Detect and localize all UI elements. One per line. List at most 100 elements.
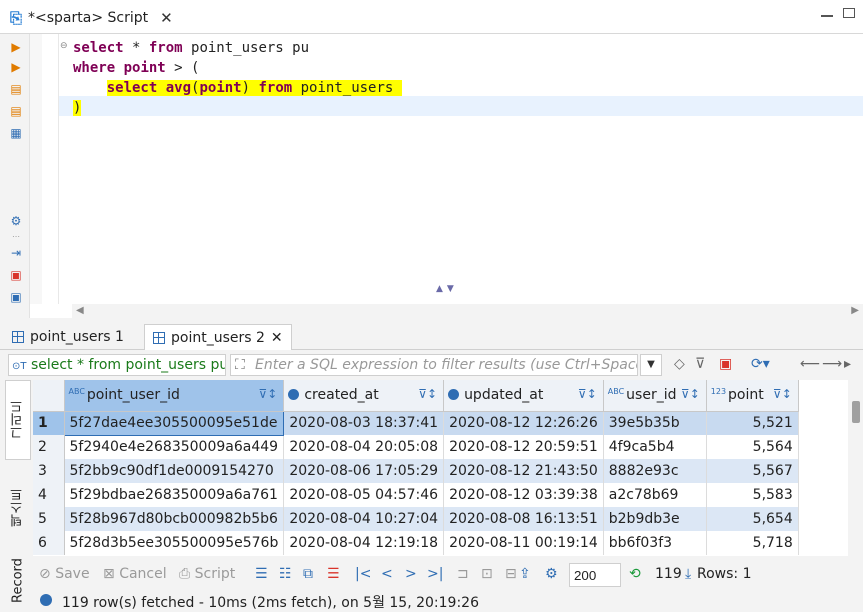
explain-plan-icon[interactable]: ▦: [9, 126, 23, 140]
row-number-header[interactable]: [33, 380, 65, 412]
table-cell[interactable]: a2c78b69: [603, 483, 707, 507]
forward-icon[interactable]: ⟶: [822, 356, 842, 372]
table-cell[interactable]: 2020-08-05 04:57:46: [283, 483, 445, 507]
tab-grid[interactable]: 그리드: [5, 380, 31, 460]
filter-history-dropdown[interactable]: ▼: [640, 354, 662, 376]
filter-query-label[interactable]: ⊙T select * from point_users pu: [8, 354, 226, 376]
grid-vertical-scrollbar[interactable]: [852, 401, 860, 423]
sort-filter-icon[interactable]: ⊽↕: [418, 387, 437, 401]
delete-row-icon[interactable]: ☰: [327, 566, 340, 582]
back-icon[interactable]: ⟵: [800, 356, 820, 372]
code-line[interactable]: ): [73, 98, 402, 118]
table-cell[interactable]: bb6f03f3: [603, 531, 707, 555]
sql-editor[interactable]: ▶ ▶ ▤ ▤ ▦ ⚙ ⋯ ⇥ ▣ ▣ ⊖ select * from poin…: [0, 34, 863, 318]
table-cell[interactable]: 8882e93c: [603, 459, 707, 483]
table-cell[interactable]: 5,718: [706, 531, 799, 555]
column-header-point[interactable]: 123 point ⊽↕: [706, 380, 799, 412]
panel-sash-icon[interactable]: ▲▼: [436, 284, 458, 294]
column-header-updated_at[interactable]: updated_at ⊽↕: [443, 380, 604, 412]
execute-script-new-tab-icon[interactable]: ▤: [9, 104, 23, 118]
tab-text[interactable]: 텍스트: [5, 472, 31, 544]
previous-page-icon[interactable]: <: [381, 566, 393, 582]
table-cell[interactable]: 2020-08-04 12:19:18: [283, 531, 445, 555]
last-page-icon[interactable]: >|: [427, 566, 443, 582]
row-number[interactable]: 2: [33, 435, 65, 459]
table-cell[interactable]: 2020-08-08 16:13:51: [443, 507, 604, 531]
table-cell[interactable]: 2020-08-11 00:19:14: [443, 531, 604, 555]
table-cell[interactable]: 5f2bb9c90df1de0009154270: [64, 459, 285, 483]
table-cell[interactable]: 2020-08-06 17:05:29: [283, 459, 445, 483]
fetch-size-input[interactable]: [569, 563, 621, 587]
table-row[interactable]: 1 5f27dae4ee305500095e51de 2020-08-03 18:3…: [33, 410, 799, 436]
layout-icon[interactable]: ⊟: [505, 566, 517, 582]
execute-new-tab-icon[interactable]: ▶: [9, 60, 23, 74]
filter-input[interactable]: ⛶ Enter a SQL expression to filter resul…: [230, 354, 638, 376]
settings-icon[interactable]: ⚙: [9, 214, 23, 228]
table-row[interactable]: 6 5f28d3b5ee305500095e576b 2020-08-04 12:1…: [33, 531, 799, 555]
save-file-icon[interactable]: ▣: [9, 290, 23, 304]
sort-filter-icon[interactable]: ⊽↕: [773, 387, 792, 401]
editor-tab[interactable]: ⎘ *<sparta> Script ✕: [4, 3, 179, 33]
row-number[interactable]: 6: [33, 531, 65, 555]
code-line[interactable]: where point > (: [73, 58, 402, 78]
sort-filter-icon[interactable]: ⊽↕: [681, 387, 700, 401]
close-result-tab-icon[interactable]: ✕: [271, 330, 283, 346]
row-number[interactable]: 1: [33, 411, 65, 435]
scroll-right-icon[interactable]: ▶: [851, 305, 859, 316]
cancel-button[interactable]: ⊠ Cancel: [103, 566, 167, 582]
code-area[interactable]: select * from point_users pu where point …: [73, 38, 402, 118]
open-file-icon[interactable]: ▣: [9, 268, 23, 282]
add-row-icon[interactable]: ☷: [279, 566, 292, 582]
pin-icon[interactable]: ⊐: [457, 566, 469, 582]
column-header-user_id[interactable]: ABC user_id ⊽↕: [603, 380, 707, 412]
filter-apply-icon[interactable]: ▣: [719, 356, 732, 372]
export-icon[interactable]: ⇥: [9, 246, 23, 260]
table-cell[interactable]: 5,567: [706, 459, 799, 483]
next-page-icon[interactable]: >: [405, 566, 417, 582]
script-button[interactable]: ⎙ Script: [179, 566, 235, 582]
table-cell[interactable]: 5,654: [706, 507, 799, 531]
row-number[interactable]: 4: [33, 483, 65, 507]
save-button[interactable]: ⊘ Save: [39, 566, 90, 582]
refresh-mode-icon[interactable]: ⟳▾: [751, 356, 770, 372]
table-row[interactable]: 4 5f29bdbae268350009a6a761 2020-08-05 04:5…: [33, 483, 799, 507]
table-cell[interactable]: 5f29bdbae268350009a6a761: [64, 483, 285, 507]
grid-settings-icon[interactable]: ⚙: [545, 566, 558, 582]
column-header-created_at[interactable]: created_at ⊽↕: [283, 380, 445, 412]
first-page-icon[interactable]: |<: [355, 566, 371, 582]
results-grid[interactable]: ABC point_user_id ⊽↕ created_at ⊽↕ update…: [33, 380, 848, 556]
more-icon[interactable]: ▸: [844, 356, 851, 372]
fetch-all-icon[interactable]: ⤓: [685, 566, 691, 582]
execute-statement-icon[interactable]: ▶: [9, 40, 23, 54]
table-row[interactable]: 2 5f2940e4e268350009a6a449 2020-08-04 20:0…: [33, 435, 799, 459]
table-cell[interactable]: 39e5b35b: [603, 411, 707, 435]
table-cell[interactable]: 5f28d3b5ee305500095e576b: [64, 531, 285, 555]
maximize-icon[interactable]: [843, 8, 855, 18]
column-header-point_user_id[interactable]: ABC point_user_id ⊽↕: [64, 380, 285, 412]
tab-result-2[interactable]: point_users 2 ✕: [144, 324, 292, 350]
execute-script-icon[interactable]: ▤: [9, 82, 23, 96]
scroll-left-icon[interactable]: ◀: [76, 305, 84, 316]
close-tab-icon[interactable]: ✕: [160, 9, 173, 27]
row-number[interactable]: 3: [33, 459, 65, 483]
copy-row-icon[interactable]: ⧉: [303, 566, 313, 582]
table-cell[interactable]: 5,521: [706, 411, 799, 435]
table-row[interactable]: 3 5f2bb9c90df1de0009154270 2020-08-06 17:0…: [33, 459, 799, 483]
sort-filter-icon[interactable]: ⊽↕: [578, 387, 597, 401]
table-cell[interactable]: 5f2940e4e268350009a6a449: [64, 435, 285, 459]
table-cell[interactable]: 2020-08-04 20:05:08: [283, 435, 445, 459]
edit-cell-icon[interactable]: ☰: [255, 566, 268, 582]
table-cell[interactable]: 2020-08-12 21:43:50: [443, 459, 604, 483]
refresh-icon[interactable]: ⟲: [629, 566, 641, 582]
table-cell[interactable]: 4f9ca5b4: [603, 435, 707, 459]
panel-icon[interactable]: ⊡: [481, 566, 493, 582]
table-cell[interactable]: 2020-08-04 10:27:04: [283, 507, 445, 531]
filter-settings-icon[interactable]: ⊽: [695, 356, 705, 372]
table-cell[interactable]: 5f27dae4ee305500095e51de: [63, 410, 285, 436]
table-cell[interactable]: 2020-08-12 12:26:26: [443, 411, 604, 435]
table-row[interactable]: 5 5f28b967d80bcb000982b5b6 2020-08-04 10:2…: [33, 507, 799, 531]
code-line[interactable]: select * from point_users pu: [73, 38, 402, 58]
table-cell[interactable]: 5,583: [706, 483, 799, 507]
table-cell[interactable]: 2020-08-12 20:59:51: [443, 435, 604, 459]
tab-result-1[interactable]: point_users 1: [4, 324, 132, 350]
